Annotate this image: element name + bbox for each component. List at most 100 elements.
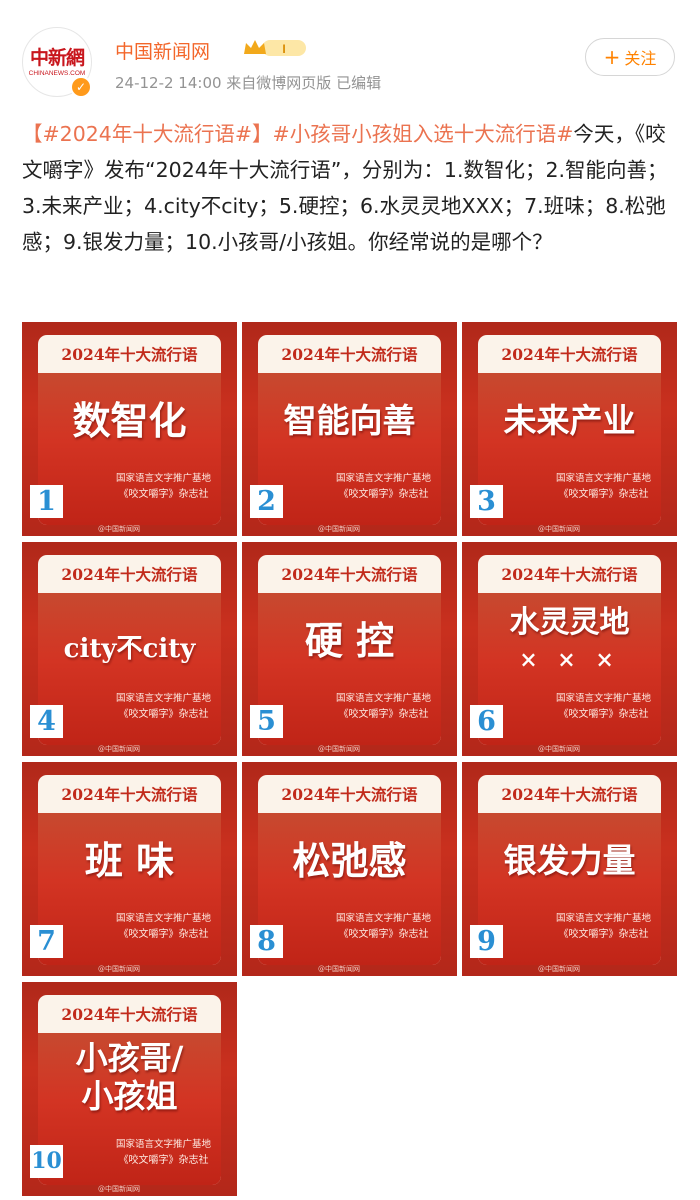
card-image-6[interactable]: 2024年十大流行语 水灵灵地 × × × 国家语言文字推广基地 《咬文嚼字》杂志… — [462, 542, 677, 756]
card: 2024年十大流行语 水灵灵地 × × × 国家语言文字推广基地 《咬文嚼字》杂志… — [478, 555, 661, 745]
publisher-line-2: 《咬文嚼字》杂志社 — [118, 709, 209, 720]
card-header: 2024年十大流行语 — [61, 785, 198, 804]
card-number: 8 — [250, 925, 283, 958]
card-number: 6 — [470, 705, 503, 738]
card-header: 2024年十大流行语 — [61, 1005, 198, 1024]
hashtag-topic-2[interactable]: #小孩哥小孩姐入选十大流行语# — [273, 122, 574, 146]
card-publisher: 国家语言文字推广基地 《咬文嚼字》杂志社 — [116, 911, 211, 943]
publisher-line-2: 《咬文嚼字》杂志社 — [558, 929, 649, 940]
card-word-suffix: × × × — [519, 647, 620, 673]
card-body: 硬 控 国家语言文字推广基地 《咬文嚼字》杂志社 — [258, 593, 441, 745]
card-body: city不city 国家语言文字推广基地 《咬文嚼字》杂志社 — [38, 593, 221, 745]
publisher-line-1: 国家语言文字推广基地 — [335, 913, 431, 924]
card: 2024年十大流行语 未来产业 国家语言文字推广基地 《咬文嚼字》杂志社 — [478, 335, 661, 525]
card-body: 数智化 国家语言文字推广基地 《咬文嚼字》杂志社 — [38, 373, 221, 525]
watermark: @中国新闻网 — [98, 745, 140, 753]
card: 2024年十大流行语 city不city 国家语言文字推广基地 《咬文嚼字》杂志社 — [38, 555, 221, 745]
card-header: 2024年十大流行语 — [281, 345, 418, 364]
card-number: 5 — [250, 705, 283, 738]
publisher-line-1: 国家语言文字推广基地 — [115, 693, 211, 704]
watermark: @中国新闻网 — [98, 965, 140, 973]
card-number: 4 — [30, 705, 63, 738]
card-image-5[interactable]: 2024年十大流行语 硬 控 国家语言文字推广基地 《咬文嚼字》杂志社 5 @中国… — [242, 542, 457, 756]
watermark: @中国新闻网 — [318, 965, 360, 973]
card-body: 小孩哥/ 小孩姐 国家语言文字推广基地 《咬文嚼字》杂志社 — [38, 1033, 221, 1185]
level-label: I — [282, 42, 285, 56]
card-word-line-2: 小孩姐 — [81, 1077, 178, 1115]
publisher-line-2: 《咬文嚼字》杂志社 — [338, 929, 429, 940]
follow-button[interactable]: + 关注 — [585, 38, 675, 76]
publisher-line-1: 国家语言文字推广基地 — [555, 473, 651, 484]
card-publisher: 国家语言文字推广基地 《咬文嚼字》杂志社 — [556, 471, 651, 503]
plus-icon: + — [603, 45, 621, 69]
post-header: 中新網 CHINANEWS.COM ✓ 中国新闻网 I 24-12-2 14:0… — [0, 0, 700, 110]
card-image-7[interactable]: 2024年十大流行语 班 味 国家语言文字推广基地 《咬文嚼字》杂志社 7 @中国… — [22, 762, 237, 976]
card-word-line-1: 小孩哥/ — [75, 1039, 184, 1077]
watermark: @中国新闻网 — [538, 525, 580, 533]
card-publisher: 国家语言文字推广基地 《咬文嚼字》杂志社 — [556, 911, 651, 943]
card-publisher: 国家语言文字推广基地 《咬文嚼字》杂志社 — [336, 691, 431, 723]
card-body: 班 味 国家语言文字推广基地 《咬文嚼字》杂志社 — [38, 813, 221, 965]
watermark: @中国新闻网 — [538, 745, 580, 753]
publisher-line-1: 国家语言文字推广基地 — [555, 693, 651, 704]
card-word: 班 味 — [84, 838, 175, 883]
card: 2024年十大流行语 数智化 国家语言文字推广基地 《咬文嚼字》杂志社 — [38, 335, 221, 525]
card-body: 松弛感 国家语言文字推广基地 《咬文嚼字》杂志社 — [258, 813, 441, 965]
card-word: 未来产业 — [503, 401, 636, 440]
card-number: 1 — [30, 485, 63, 518]
card-image-2[interactable]: 2024年十大流行语 智能向善 国家语言文字推广基地 《咬文嚼字》杂志社 2 @中… — [242, 322, 457, 536]
card-word: 松弛感 — [292, 838, 407, 883]
level-crown-icon: I — [244, 40, 306, 56]
card-image-10[interactable]: 2024年十大流行语 小孩哥/ 小孩姐 国家语言文字推广基地 《咬文嚼字》杂志社 … — [22, 982, 237, 1196]
card-header: 2024年十大流行语 — [501, 565, 638, 584]
card: 2024年十大流行语 智能向善 国家语言文字推广基地 《咬文嚼字》杂志社 — [258, 335, 441, 525]
card-body: 水灵灵地 × × × 国家语言文字推广基地 《咬文嚼字》杂志社 — [478, 593, 661, 745]
hashtag-topic-1[interactable]: 【#2024年十大流行语#】 — [22, 122, 273, 146]
card-number: 7 — [30, 925, 63, 958]
card-word: city不city — [63, 634, 196, 664]
card-publisher: 国家语言文字推广基地 《咬文嚼字》杂志社 — [116, 1137, 211, 1169]
publisher-line-2: 《咬文嚼字》杂志社 — [338, 709, 429, 720]
card-word: 智能向善 — [283, 401, 416, 440]
card-image-3[interactable]: 2024年十大流行语 未来产业 国家语言文字推广基地 《咬文嚼字》杂志社 3 @中… — [462, 322, 677, 536]
card-number: 10 — [30, 1145, 63, 1178]
publisher-line-1: 国家语言文字推广基地 — [115, 1139, 211, 1150]
watermark: @中国新闻网 — [538, 965, 580, 973]
card-image-4[interactable]: 2024年十大流行语 city不city 国家语言文字推广基地 《咬文嚼字》杂志社… — [22, 542, 237, 756]
card-body: 银发力量 国家语言文字推广基地 《咬文嚼字》杂志社 — [478, 813, 661, 965]
card-image-1[interactable]: 2024年十大流行语 数智化 国家语言文字推广基地 《咬文嚼字》杂志社 1 @中国… — [22, 322, 237, 536]
card-header: 2024年十大流行语 — [61, 565, 198, 584]
card-publisher: 国家语言文字推广基地 《咬文嚼字》杂志社 — [116, 691, 211, 723]
post-text: 【#2024年十大流行语#】#小孩哥小孩姐入选十大流行语#今天，《咬文嚼字》发布… — [22, 116, 682, 260]
publisher-line-2: 《咬文嚼字》杂志社 — [558, 489, 649, 500]
card: 2024年十大流行语 小孩哥/ 小孩姐 国家语言文字推广基地 《咬文嚼字》杂志社 — [38, 995, 221, 1185]
card-header: 2024年十大流行语 — [501, 785, 638, 804]
publisher-line-2: 《咬文嚼字》杂志社 — [558, 709, 649, 720]
card-number: 3 — [470, 485, 503, 518]
card: 2024年十大流行语 班 味 国家语言文字推广基地 《咬文嚼字》杂志社 — [38, 775, 221, 965]
watermark: @中国新闻网 — [98, 525, 140, 533]
card-publisher: 国家语言文字推广基地 《咬文嚼字》杂志社 — [336, 471, 431, 503]
card-image-8[interactable]: 2024年十大流行语 松弛感 国家语言文字推广基地 《咬文嚼字》杂志社 8 @中国… — [242, 762, 457, 976]
publisher-line-1: 国家语言文字推广基地 — [555, 913, 651, 924]
card-body: 智能向善 国家语言文字推广基地 《咬文嚼字》杂志社 — [258, 373, 441, 525]
publisher-line-2: 《咬文嚼字》杂志社 — [118, 929, 209, 940]
card-word: 数智化 — [72, 398, 187, 443]
card-publisher: 国家语言文字推广基地 《咬文嚼字》杂志社 — [116, 471, 211, 503]
card-word: 硬 控 — [304, 618, 395, 663]
card-number: 9 — [470, 925, 503, 958]
publisher-line-2: 《咬文嚼字》杂志社 — [338, 489, 429, 500]
author-name[interactable]: 中国新闻网 — [115, 37, 210, 64]
card-header: 2024年十大流行语 — [281, 785, 418, 804]
card-word: 银发力量 — [503, 841, 636, 880]
publisher-line-1: 国家语言文字推广基地 — [115, 913, 211, 924]
card: 2024年十大流行语 银发力量 国家语言文字推广基地 《咬文嚼字》杂志社 — [478, 775, 661, 965]
card-number: 2 — [250, 485, 283, 518]
publisher-line-2: 《咬文嚼字》杂志社 — [118, 489, 209, 500]
verified-badge-icon: ✓ — [70, 76, 92, 98]
watermark: @中国新闻网 — [318, 745, 360, 753]
card-publisher: 国家语言文字推广基地 《咬文嚼字》杂志社 — [336, 911, 431, 943]
card-header: 2024年十大流行语 — [61, 345, 198, 364]
card: 2024年十大流行语 硬 控 国家语言文字推广基地 《咬文嚼字》杂志社 — [258, 555, 441, 745]
card-image-9[interactable]: 2024年十大流行语 银发力量 国家语言文字推广基地 《咬文嚼字》杂志社 9 @中… — [462, 762, 677, 976]
